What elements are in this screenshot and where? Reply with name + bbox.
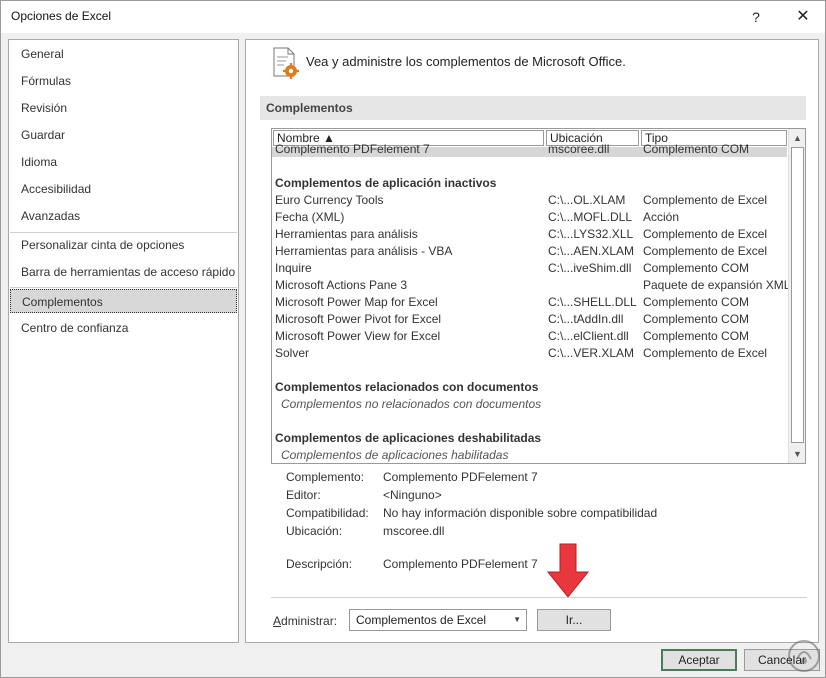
cell-type: Acción — [643, 210, 680, 224]
close-button[interactable]: ✕ — [788, 5, 818, 29]
cell-location: C:\...LYS32.XLL — [548, 227, 634, 241]
chevron-down-icon: ▼ — [513, 615, 521, 624]
cell-location: C:\...elClient.dll — [548, 329, 629, 343]
cell-type: Complemento de Excel — [643, 193, 768, 207]
cell-name: Microsoft Power Pivot for Excel — [275, 312, 442, 326]
cell-name: Solver — [275, 346, 310, 360]
nav-item-centro-confianza[interactable]: Centro de confianza — [10, 316, 237, 340]
cell-type: Paquete de expansión XML — [643, 278, 791, 292]
group-header-documents: Complementos relacionados con documentos — [275, 380, 539, 394]
section-title: Complementos — [260, 96, 806, 120]
manage-separator — [271, 597, 807, 598]
detail-value: mscoree.dll — [383, 524, 445, 538]
cell-name: Herramientas para análisis — [275, 227, 418, 241]
nav-item-complementos[interactable]: Complementos — [10, 289, 237, 313]
cell-name: Complemento PDFelement 7 — [275, 142, 430, 156]
manage-label-text: dministrar: — [281, 614, 338, 628]
cell-location: C:\...iveShim.dll — [548, 261, 632, 275]
excel-options-dialog: Opciones de Excel ? ✕ General Fórmulas R… — [0, 0, 826, 678]
cell-name: Fecha (XML) — [275, 210, 345, 224]
nav-item-revision[interactable]: Revisión — [10, 96, 237, 120]
group-header-inactive: Complementos de aplicación inactivos — [275, 176, 497, 190]
manage-dropdown[interactable]: Complementos de Excel ▼ — [349, 609, 527, 631]
cell-name: Microsoft Power Map for Excel — [275, 295, 438, 309]
detail-value: Complemento PDFelement 7 — [383, 557, 538, 571]
detail-label: Ubicación: — [286, 524, 343, 538]
cell-location: C:\...OL.XLAM — [548, 193, 626, 207]
manage-label: Administrar: — [273, 614, 337, 628]
detail-complement: Complemento: Complemento PDFelement 7 — [286, 468, 806, 486]
cell-location: C:\...tAddIn.dll — [548, 312, 624, 326]
cell-type: Complemento COM — [643, 261, 750, 275]
cell-type: Complemento COM — [643, 142, 750, 156]
nav-item-general[interactable]: General — [10, 42, 237, 66]
detail-label: Compatibilidad: — [286, 506, 369, 520]
cell-location: C:\...VER.XLAM — [548, 346, 635, 360]
cell-location: C:\...SHELL.DLL — [548, 295, 637, 309]
scroll-up-icon[interactable]: ▲ — [790, 130, 805, 146]
cell-type: Complemento COM — [643, 329, 750, 343]
cell-name: Microsoft Actions Pane 3 — [275, 278, 408, 292]
nav-item-barra-acceso-rapido[interactable]: Barra de herramientas de acceso rápido — [10, 260, 237, 284]
addins-panel: Vea y administre los complementos de Mic… — [245, 39, 819, 643]
nav-item-avanzadas[interactable]: Avanzadas — [10, 204, 237, 228]
ok-button[interactable]: Aceptar — [661, 649, 737, 671]
cell-type: Complemento COM — [643, 295, 750, 309]
group-empty-disabled: Complementos de aplicaciones habilitadas — [281, 448, 509, 462]
addins-gear-icon — [273, 47, 299, 79]
nav-item-personalizar-cinta[interactable]: Personalizar cinta de opciones — [10, 233, 237, 257]
nav-item-idioma[interactable]: Idioma — [10, 150, 237, 174]
scroll-down-icon[interactable]: ▼ — [790, 446, 805, 462]
detail-value: No hay información disponible sobre comp… — [383, 506, 658, 520]
options-nav: General Fórmulas Revisión Guardar Idioma… — [8, 39, 239, 643]
title-bar: Opciones de Excel ? ✕ — [1, 1, 825, 33]
cell-name: Herramientas para análisis - VBA — [275, 244, 453, 258]
detail-location: Ubicación: mscoree.dll — [286, 522, 806, 540]
list-scrollbar[interactable]: ▲ ▼ — [788, 129, 805, 463]
cell-type: Complemento de Excel — [643, 227, 768, 241]
addins-list[interactable]: Nombre ▲ Ubicación Tipo Complemento PDFe… — [271, 128, 806, 464]
cell-name: Microsoft Power View for Excel — [275, 329, 441, 343]
go-button[interactable]: Ir... — [537, 609, 611, 631]
manage-label-accesskey: A — [273, 614, 282, 628]
cell-name: Euro Currency Tools — [275, 193, 384, 207]
red-arrow-annotation — [546, 543, 590, 598]
cell-name: Inquire — [275, 261, 312, 275]
nav-item-accesibilidad[interactable]: Accesibilidad — [10, 177, 237, 201]
help-button[interactable]: ? — [741, 5, 771, 29]
detail-compatibility: Compatibilidad: No hay información dispo… — [286, 504, 806, 522]
watermark-logo-icon — [788, 640, 820, 672]
cell-location: C:\...AEN.XLAM — [548, 244, 635, 258]
detail-editor: Editor: <Ninguno> — [286, 486, 806, 504]
group-header-disabled: Complementos de aplicaciones deshabilita… — [275, 431, 542, 445]
manage-dropdown-value: Complementos de Excel — [356, 613, 487, 627]
panel-header-text: Vea y administre los complementos de Mic… — [306, 54, 626, 69]
scroll-thumb[interactable] — [791, 147, 804, 443]
detail-label: Complemento: — [286, 470, 365, 484]
cell-type: Complemento de Excel — [643, 346, 768, 360]
cell-type: Complemento COM — [643, 312, 750, 326]
window-title: Opciones de Excel — [11, 9, 112, 23]
cell-type: Complemento de Excel — [643, 244, 768, 258]
cell-location: C:\...MOFL.DLL — [548, 210, 633, 224]
detail-value: <Ninguno> — [383, 488, 442, 502]
detail-value: Complemento PDFelement 7 — [383, 470, 538, 484]
nav-item-formulas[interactable]: Fórmulas — [10, 69, 237, 93]
group-empty-documents: Complementos no relacionados con documen… — [281, 397, 542, 411]
nav-item-guardar[interactable]: Guardar — [10, 123, 237, 147]
detail-label: Editor: — [286, 488, 321, 502]
detail-label: Descripción: — [286, 557, 353, 571]
nav-separator — [10, 287, 237, 288]
cell-location: mscoree.dll — [548, 142, 610, 156]
